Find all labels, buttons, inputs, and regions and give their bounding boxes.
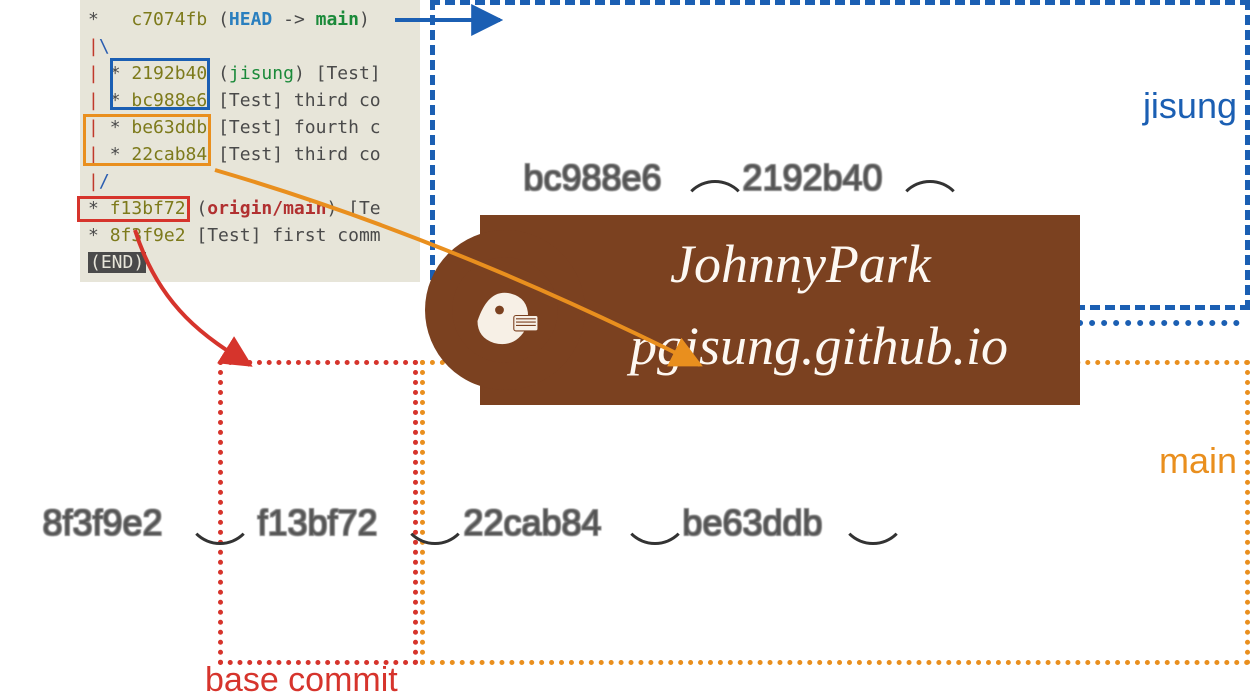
commit-node: 22cab84 xyxy=(440,500,625,546)
log-line-6: | * 22cab84 [Test] third co xyxy=(88,141,412,168)
log-line-8: * f13bf72 (origin/main) [Te xyxy=(88,195,412,222)
jisung-label: jisung xyxy=(1143,85,1237,127)
main-label: main xyxy=(1159,440,1237,482)
log-end: (END) xyxy=(88,249,412,276)
commit-arc xyxy=(895,180,965,250)
commit-node: 2192b40 xyxy=(720,155,905,201)
log-line-1: * c7074fb (HEAD -> main) xyxy=(88,6,412,33)
watermark: JohnnyPark pgisung.github.io xyxy=(480,215,1080,405)
git-log-terminal: * c7074fb (HEAD -> main) |\ | * 2192b40 … xyxy=(80,0,420,282)
commit-node: f13bf72 xyxy=(225,500,410,546)
commit-node: bc988e6 xyxy=(500,155,685,201)
log-line-2: |\ xyxy=(88,33,412,60)
commit-node: be63ddb xyxy=(660,500,845,546)
log-line-5: | * be63ddb [Test] fourth c xyxy=(88,114,412,141)
base-commit-label: base commit xyxy=(205,661,398,700)
commit-node: 8f3f9e2 xyxy=(10,500,195,546)
log-line-9: * 8f3f9e2 [Test] first comm xyxy=(88,222,412,249)
log-line-7: |/ xyxy=(88,168,412,195)
branch-divider-line xyxy=(440,320,1240,326)
commit-arc xyxy=(838,475,908,545)
watermark-avatar xyxy=(425,230,585,390)
watermark-name: JohnnyPark xyxy=(670,233,931,295)
log-line-3: | * 2192b40 (jisung) [Test] xyxy=(88,60,412,87)
log-line-4: | * bc988e6 [Test] third co xyxy=(88,87,412,114)
avatar-icon xyxy=(450,255,560,365)
